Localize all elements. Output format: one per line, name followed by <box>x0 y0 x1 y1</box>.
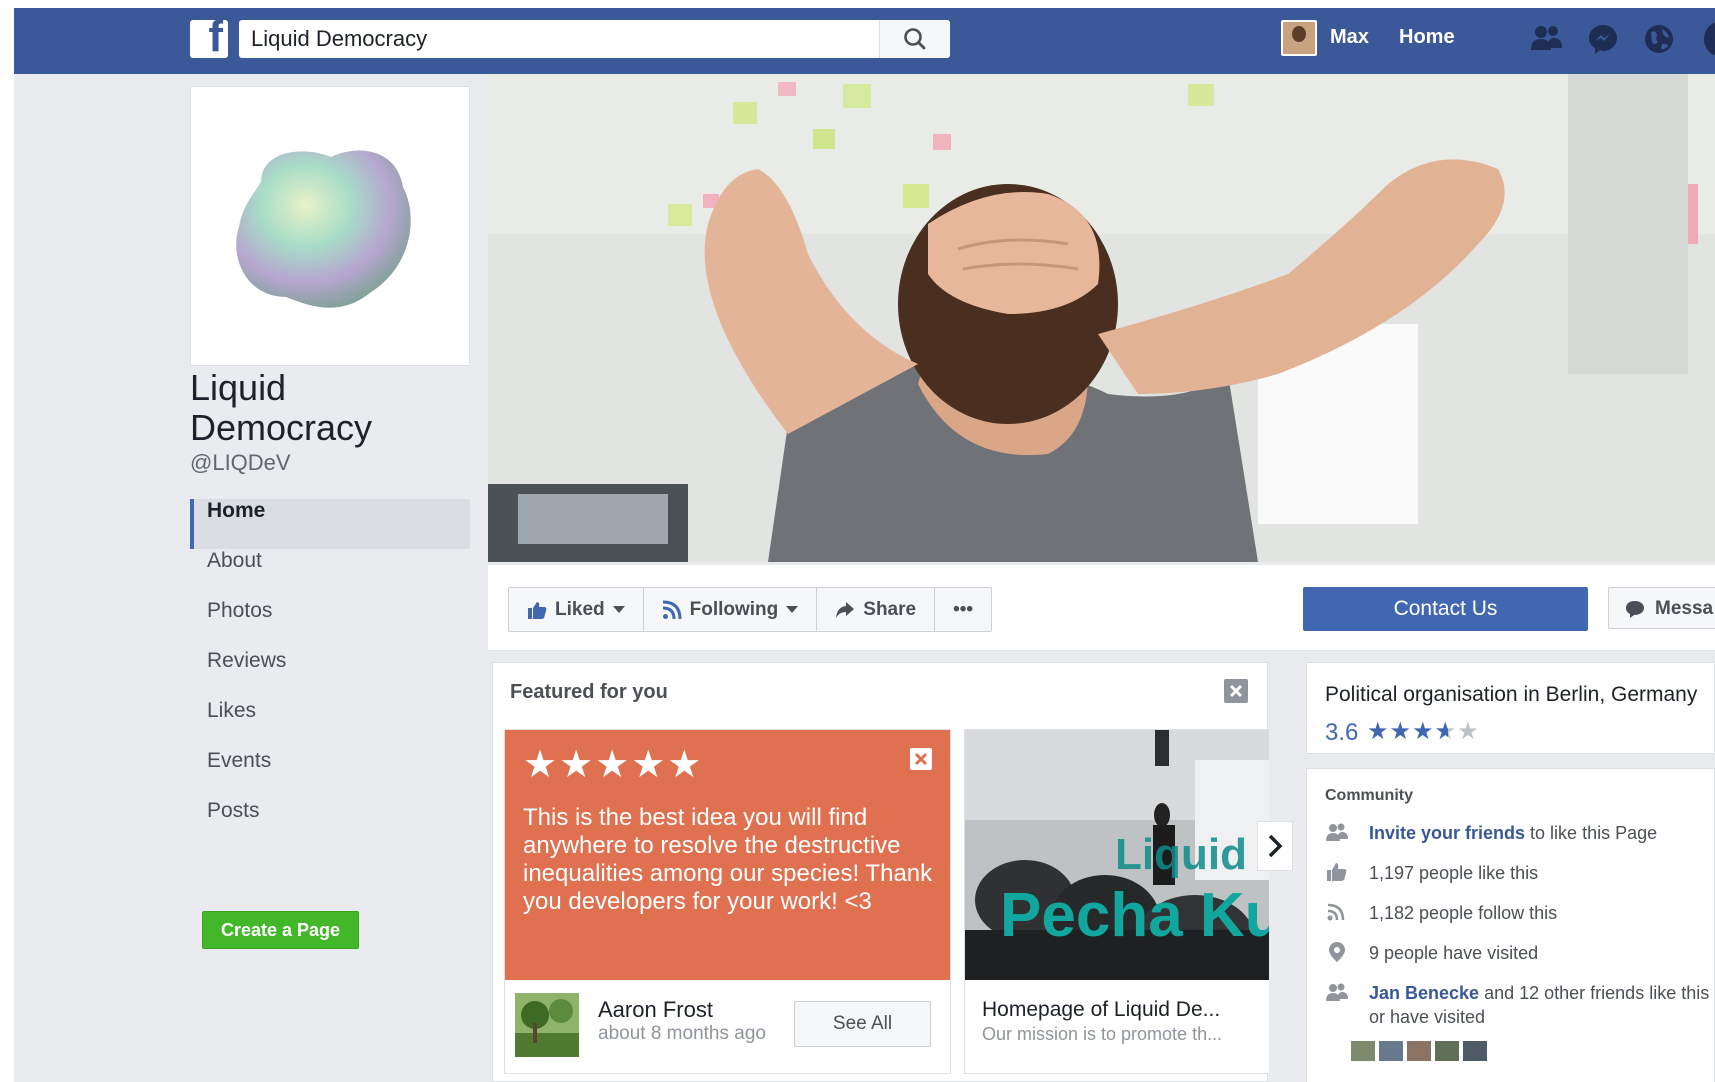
featured-close-button[interactable] <box>1224 679 1248 703</box>
location-pin-icon <box>1329 942 1345 962</box>
page-left-navigation: Home About Photos Reviews Likes Events P… <box>190 499 470 849</box>
message-button[interactable]: Messa <box>1608 587 1715 629</box>
visited-count[interactable]: 9 people have visited <box>1369 941 1714 965</box>
close-icon <box>1229 684 1243 698</box>
reviewer-avatar[interactable] <box>515 993 579 1057</box>
featured-for-you-card: Featured for you ★★★★★ This is the best … <box>492 662 1293 1082</box>
friend-requests-icon[interactable] <box>1529 22 1565 56</box>
share-label: Share <box>863 598 917 620</box>
liked-label: Liked <box>555 598 605 620</box>
more-dots-label: ••• <box>953 598 974 620</box>
cover-photo-image <box>488 74 1715 562</box>
see-all-reviews-button[interactable]: See All <box>794 1001 931 1047</box>
featured-homepage-card[interactable]: Liquid Pecha Ku Homepage of Liquid De...… <box>964 729 1269 1074</box>
invite-friends-icon <box>1326 823 1348 841</box>
contact-us-button[interactable]: Contact Us <box>1303 587 1588 631</box>
page-about-card: Political organisation in Berlin, German… <box>1306 662 1715 754</box>
invite-friends-link[interactable]: Invite your friends <box>1369 823 1525 843</box>
leftnav-item-likes[interactable]: Likes <box>190 699 470 749</box>
search-input[interactable] <box>239 20 879 58</box>
friends-icon <box>1326 983 1348 1001</box>
thumbs-up-icon <box>1327 863 1347 881</box>
friend-thumbnail[interactable] <box>1435 1041 1459 1061</box>
friend-thumbnail[interactable] <box>1407 1041 1431 1061</box>
follows-count[interactable]: 1,182 people follow this <box>1369 901 1714 925</box>
homepage-card-title[interactable]: Homepage of Liquid De... <box>982 998 1269 1022</box>
invite-rest-text: to like this Page <box>1525 823 1658 843</box>
facebook-page-window: f Max Home <box>14 8 1715 1082</box>
community-card: Community Invite your friends to like th… <box>1306 768 1715 1082</box>
carousel-next-button[interactable] <box>1257 821 1293 871</box>
homepage-preview-image: Liquid Pecha Ku <box>965 730 1269 980</box>
community-title: Community <box>1325 787 1413 804</box>
page-handle[interactable]: @LIQDeV <box>190 450 291 476</box>
leftnav-item-photos[interactable]: Photos <box>190 599 470 649</box>
leftnav-item-about[interactable]: About <box>190 549 470 599</box>
review-highlight: ★★★★★ This is the best idea you will fin… <box>505 730 950 980</box>
reviewer-name[interactable]: Aaron Frost <box>598 997 713 1023</box>
message-label: Messa <box>1655 598 1714 619</box>
caret-down-icon <box>612 605 625 613</box>
page-action-buttons: Liked Following Share ••• <box>508 587 993 632</box>
following-button[interactable]: Following <box>644 588 818 631</box>
page-profile-picture[interactable] <box>190 86 470 366</box>
friend-name-link[interactable]: Jan Benecke <box>1369 983 1479 1003</box>
homepage-overlay-word1: Liquid <box>1115 830 1247 879</box>
search-icon <box>904 28 926 50</box>
close-icon <box>914 752 928 766</box>
page-title: Liquid Democracy <box>190 367 373 448</box>
review-time: about 8 months ago <box>598 1023 766 1044</box>
notifications-globe-icon[interactable] <box>1642 22 1676 56</box>
caret-down-icon <box>786 605 799 613</box>
top-navigation-bar: f Max Home <box>14 8 1715 74</box>
liked-button[interactable]: Liked <box>509 588 644 631</box>
search-box <box>239 20 950 58</box>
create-page-button[interactable]: Create a Page <box>202 911 359 949</box>
page-action-bar: Liked Following Share ••• Contact Us Mes… <box>488 565 1715 651</box>
rss-follow-icon <box>1327 903 1345 921</box>
friends-thumbnails <box>1351 1041 1487 1061</box>
friend-thumbnail[interactable] <box>1351 1041 1375 1061</box>
friend-thumbnail[interactable] <box>1463 1041 1487 1061</box>
messenger-icon[interactable] <box>1586 22 1620 56</box>
chevron-right-icon <box>1268 834 1283 858</box>
more-options-button[interactable]: ••• <box>935 588 991 631</box>
review-text: This is the best idea you will find anyw… <box>523 804 933 915</box>
thumbs-up-icon <box>528 601 547 619</box>
friend-thumbnail[interactable] <box>1379 1041 1403 1061</box>
review-stars: ★★★★★ <box>523 742 704 786</box>
featured-review-card[interactable]: ★★★★★ This is the best idea you will fin… <box>504 729 951 1074</box>
account-menu-icon[interactable] <box>1704 22 1715 56</box>
rating-value[interactable]: 3.6 <box>1325 719 1358 747</box>
share-arrow-icon <box>836 601 855 618</box>
logo-letter: f <box>208 12 223 61</box>
share-button[interactable]: Share <box>817 588 936 631</box>
search-button[interactable] <box>879 20 950 58</box>
page-category: Political organisation in Berlin, German… <box>1325 683 1698 706</box>
homepage-card-description: Our mission is to promote th... <box>982 1024 1223 1044</box>
rss-follow-icon <box>662 600 682 619</box>
homepage-overlay-word2: Pecha Ku <box>1000 881 1269 950</box>
leftnav-item-posts[interactable]: Posts <box>190 799 470 849</box>
likes-count[interactable]: 1,197 people like this <box>1369 861 1714 885</box>
leftnav-item-home[interactable]: Home <box>190 499 470 549</box>
leftnav-item-events[interactable]: Events <box>190 749 470 799</box>
nav-user-name[interactable]: Max <box>1330 26 1369 49</box>
cover-photo[interactable] <box>488 74 1715 562</box>
nav-home-link[interactable]: Home <box>1399 26 1455 49</box>
review-dismiss-button[interactable] <box>910 748 932 770</box>
liquid-blob-logo <box>236 150 411 308</box>
leftnav-item-reviews[interactable]: Reviews <box>190 649 470 699</box>
message-bubble-icon <box>1626 601 1644 618</box>
facebook-logo-icon[interactable]: f <box>190 12 228 61</box>
rating-stars[interactable]: ★★★★ ★ ★ <box>1367 717 1480 745</box>
following-label: Following <box>689 598 779 620</box>
featured-title: Featured for you <box>510 681 668 703</box>
user-avatar[interactable] <box>1281 20 1317 56</box>
